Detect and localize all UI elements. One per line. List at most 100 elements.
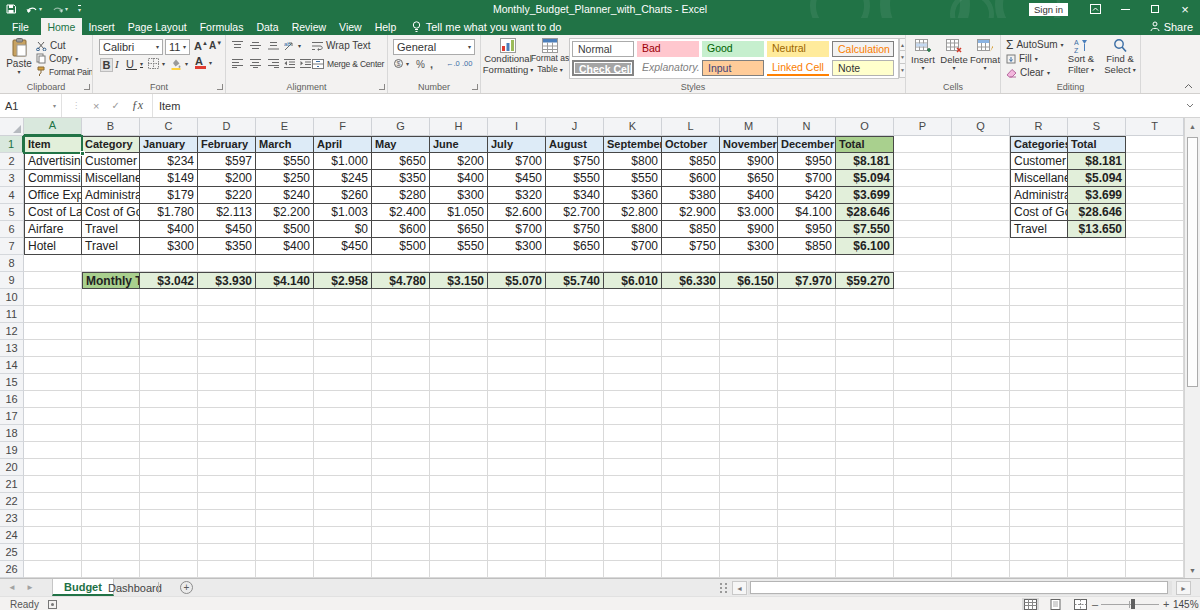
conditional-formatting-button[interactable]: Conditional Formatting▾ xyxy=(483,38,533,75)
cell-J26[interactable] xyxy=(546,561,604,578)
cell-T20[interactable] xyxy=(1126,459,1184,476)
gallery-up-button[interactable]: ▲ xyxy=(899,38,906,51)
cell-A12[interactable] xyxy=(24,323,82,340)
cell-S6[interactable]: $13.650 xyxy=(1068,221,1126,238)
tab-page-layout[interactable]: Page Layout xyxy=(121,18,193,35)
cell-O22[interactable] xyxy=(836,493,894,510)
format-cells-button[interactable]: Format▾ xyxy=(970,39,1000,71)
cell-C13[interactable] xyxy=(140,340,198,357)
number-format-select[interactable]: General▾ xyxy=(393,39,475,55)
close-button[interactable]: × xyxy=(1170,0,1200,18)
cell-J24[interactable] xyxy=(546,527,604,544)
scroll-down-arrow[interactable]: ▼ xyxy=(1185,562,1200,578)
cell-N7[interactable]: $850 xyxy=(778,238,836,255)
name-box[interactable]: A1▾ xyxy=(0,94,62,117)
cell-M22[interactable] xyxy=(720,493,778,510)
cell-P2[interactable] xyxy=(894,153,952,170)
cell-R18[interactable] xyxy=(1010,425,1068,442)
cell-K14[interactable] xyxy=(604,357,662,374)
cell-C18[interactable] xyxy=(140,425,198,442)
cell-E17[interactable] xyxy=(256,408,314,425)
format-as-table-button[interactable]: Format as Table▾ xyxy=(531,38,569,75)
formula-bar-splitter[interactable]: ⋮ xyxy=(72,101,81,110)
row-header-9[interactable]: 9 xyxy=(0,272,24,289)
cell-P13[interactable] xyxy=(894,340,952,357)
cell-M16[interactable] xyxy=(720,391,778,408)
cell-A25[interactable] xyxy=(24,544,82,561)
cell-T6[interactable] xyxy=(1126,221,1184,238)
cell-E11[interactable] xyxy=(256,306,314,323)
row-header-25[interactable]: 25 xyxy=(0,544,24,561)
cell-G3[interactable]: $350 xyxy=(372,170,430,187)
cell-I5[interactable]: $2.600 xyxy=(488,204,546,221)
cell-C11[interactable] xyxy=(140,306,198,323)
cell-L9[interactable]: $6.330 xyxy=(662,272,720,289)
cell-Q13[interactable] xyxy=(952,340,1010,357)
cell-S20[interactable] xyxy=(1068,459,1126,476)
cell-F4[interactable]: $260 xyxy=(314,187,372,204)
cell-S26[interactable] xyxy=(1068,561,1126,578)
save-button[interactable] xyxy=(6,4,16,14)
cell-H17[interactable] xyxy=(430,408,488,425)
cell-G8[interactable] xyxy=(372,255,430,272)
cell-A2[interactable]: Advertising xyxy=(24,153,82,170)
cell-E19[interactable] xyxy=(256,442,314,459)
cell-S25[interactable] xyxy=(1068,544,1126,561)
cell-F10[interactable] xyxy=(314,289,372,306)
cell-F7[interactable]: $450 xyxy=(314,238,372,255)
cell-T9[interactable] xyxy=(1126,272,1184,289)
cell-I8[interactable] xyxy=(488,255,546,272)
cell-K12[interactable] xyxy=(604,323,662,340)
cell-N9[interactable]: $7.970 xyxy=(778,272,836,289)
percent-style-button[interactable]: % xyxy=(416,59,425,70)
cell-M1[interactable]: November xyxy=(720,136,778,153)
cell-S4[interactable]: $3.699 xyxy=(1068,187,1126,204)
sheet-nav-right-arrow[interactable]: ► xyxy=(26,583,34,592)
cell-O3[interactable]: $5.094 xyxy=(836,170,894,187)
cell-G20[interactable] xyxy=(372,459,430,476)
cell-D24[interactable] xyxy=(198,527,256,544)
cell-D14[interactable] xyxy=(198,357,256,374)
cell-R7[interactable] xyxy=(1010,238,1068,255)
cell-B14[interactable] xyxy=(82,357,140,374)
cell-L7[interactable]: $750 xyxy=(662,238,720,255)
cell-S1[interactable]: Total xyxy=(1068,136,1126,153)
cell-I24[interactable] xyxy=(488,527,546,544)
cell-H16[interactable] xyxy=(430,391,488,408)
cell-T23[interactable] xyxy=(1126,510,1184,527)
cell-E8[interactable] xyxy=(256,255,314,272)
cell-K10[interactable] xyxy=(604,289,662,306)
cell-G10[interactable] xyxy=(372,289,430,306)
cell-T11[interactable] xyxy=(1126,306,1184,323)
cell-A23[interactable] xyxy=(24,510,82,527)
cell-K18[interactable] xyxy=(604,425,662,442)
cell-C9[interactable]: $3.042 xyxy=(140,272,198,289)
column-header-L[interactable]: L xyxy=(662,118,720,136)
cell-E9[interactable]: $4.140 xyxy=(256,272,314,289)
cell-N26[interactable] xyxy=(778,561,836,578)
cell-O15[interactable] xyxy=(836,374,894,391)
cell-J17[interactable] xyxy=(546,408,604,425)
cell-J16[interactable] xyxy=(546,391,604,408)
cell-N21[interactable] xyxy=(778,476,836,493)
cell-L8[interactable] xyxy=(662,255,720,272)
cell-Q15[interactable] xyxy=(952,374,1010,391)
cell-K4[interactable]: $360 xyxy=(604,187,662,204)
cell-F22[interactable] xyxy=(314,493,372,510)
cell-C21[interactable] xyxy=(140,476,198,493)
cell-A11[interactable] xyxy=(24,306,82,323)
cell-I9[interactable]: $5.070 xyxy=(488,272,546,289)
insert-cells-button[interactable]: Insert▾ xyxy=(908,39,938,71)
page-break-view-button[interactable] xyxy=(1072,598,1089,610)
cell-N20[interactable] xyxy=(778,459,836,476)
cell-O7[interactable]: $6.100 xyxy=(836,238,894,255)
cell-E3[interactable]: $250 xyxy=(256,170,314,187)
cell-P14[interactable] xyxy=(894,357,952,374)
cell-E26[interactable] xyxy=(256,561,314,578)
cell-O9[interactable]: $59.270 xyxy=(836,272,894,289)
cell-D26[interactable] xyxy=(198,561,256,578)
cell-O4[interactable]: $3.699 xyxy=(836,187,894,204)
cell-O16[interactable] xyxy=(836,391,894,408)
cell-K2[interactable]: $800 xyxy=(604,153,662,170)
cell-R21[interactable] xyxy=(1010,476,1068,493)
